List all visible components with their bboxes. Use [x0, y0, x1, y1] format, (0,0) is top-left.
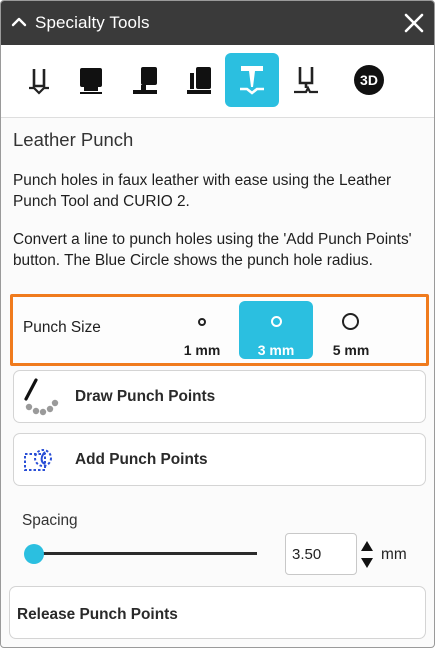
- draw-points-icon: [24, 378, 59, 416]
- spacing-slider-track[interactable]: [29, 552, 257, 555]
- specialty-tools-panel: Specialty Tools 3D Leather Punch Punch h…: [0, 0, 435, 648]
- leather-punch-tool-icon: [240, 66, 264, 95]
- leather-punch-tool-button[interactable]: [225, 53, 279, 107]
- add-punch-points-button[interactable]: Add Punch Points: [13, 433, 426, 486]
- spin-down-icon[interactable]: [360, 556, 374, 570]
- 3d-badge-label: 3D: [360, 72, 378, 88]
- spacing-unit: mm: [381, 546, 407, 563]
- toolbar-divider: [1, 117, 434, 118]
- spacing-slider-thumb[interactable]: [23, 544, 44, 564]
- stipple-tool-button[interactable]: [118, 53, 172, 107]
- release-punch-points-label: Release Punch Points: [17, 606, 178, 623]
- draw-punch-points-button[interactable]: Draw Punch Points: [13, 370, 426, 423]
- stipple-tool-icon: [133, 67, 157, 94]
- close-icon[interactable]: [403, 12, 425, 34]
- panel-title: Specialty Tools: [35, 13, 150, 32]
- punch-size-selector: Punch Size 1 mm 3 mm 5 mm: [10, 294, 429, 366]
- deboss-tool-icon: [80, 68, 102, 94]
- release-punch-points-button[interactable]: Release Punch Points: [9, 586, 426, 639]
- punch-size-3mm-option[interactable]: 3 mm: [239, 301, 313, 359]
- pen-holder-tool-button[interactable]: [279, 53, 333, 107]
- spacing-value-input[interactable]: [285, 533, 357, 575]
- tool-heading: Leather Punch: [13, 129, 134, 150]
- spacing-label: Spacing: [22, 512, 78, 529]
- tool-description: Punch holes in faux leather with ease us…: [13, 172, 392, 210]
- etch-tool-icon: [187, 67, 211, 94]
- 3d-tool-icon: 3D: [354, 65, 384, 95]
- punch-size-1mm-label: 1 mm: [183, 342, 221, 358]
- punch-1mm-circle-icon: [198, 318, 206, 326]
- embosser-tool-button[interactable]: [12, 53, 66, 107]
- deboss-tool-button[interactable]: [64, 53, 118, 107]
- punch-3mm-circle-icon: [271, 316, 282, 327]
- embosser-tool-icon: [29, 69, 49, 95]
- etch-tool-button[interactable]: [172, 53, 226, 107]
- 3d-tool-button[interactable]: 3D: [342, 53, 396, 107]
- punch-5mm-circle-icon: [342, 313, 359, 330]
- tool-instructions: Convert a line to punch holes using the …: [13, 231, 412, 269]
- spin-up-icon[interactable]: [360, 539, 374, 553]
- chevron-up-icon[interactable]: [11, 14, 27, 30]
- tool-selector: 3D: [1, 45, 434, 117]
- punch-size-3mm-label: 3 mm: [257, 342, 295, 358]
- add-points-icon: [24, 449, 52, 471]
- add-punch-points-label: Add Punch Points: [75, 451, 208, 468]
- punch-size-label: Punch Size: [23, 319, 101, 336]
- punch-size-5mm-option[interactable]: 5 mm: [314, 301, 388, 359]
- title-bar: Specialty Tools: [1, 1, 434, 45]
- punch-size-1mm-option[interactable]: 1 mm: [165, 301, 239, 359]
- pen-holder-tool-icon: [294, 67, 318, 94]
- draw-punch-points-label: Draw Punch Points: [75, 388, 216, 405]
- punch-size-5mm-label: 5 mm: [332, 342, 370, 358]
